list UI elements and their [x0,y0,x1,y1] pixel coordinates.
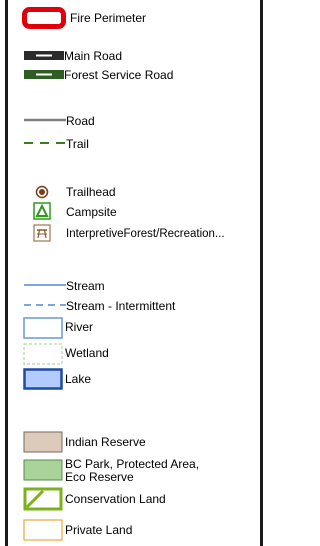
forest-service-road-symbol [24,70,64,79]
fire-perimeter-symbol [22,7,66,29]
stream-intermittent-symbol [24,304,66,306]
trail-symbol [24,142,66,144]
trailhead-icon [35,185,49,199]
conservation-land-symbol [23,487,63,511]
river-label: River [65,320,94,334]
lake-symbol [23,368,63,390]
interpretive-label: InterpretiveForest/Recreation... [66,228,225,240]
conservation-land-label: Conservation Land [65,492,166,506]
main-road-label: Main Road [64,49,123,63]
trailhead-label: Trailhead [66,185,116,199]
river-symbol [23,317,63,339]
trail-label: Trail [66,137,89,151]
road-label: Road [66,114,95,128]
stream-label: Stream [66,279,105,293]
indian-reserve-label: Indian Reserve [65,435,146,449]
lake-label: Lake [65,372,92,386]
stream-intermittent-label: Stream - Intermittent [66,299,176,313]
legend-left-border [5,0,8,546]
bc-park-label: BC Park, Protected Area, Eco Reserve [65,457,200,484]
wetland-symbol [23,343,63,365]
indian-reserve-symbol [23,431,63,453]
forest-service-road-label: Forest Service Road [64,68,174,82]
fire-perimeter-label: Fire Perimeter [70,11,147,25]
main-road-symbol [24,51,64,60]
picnic-table-icon [33,224,51,242]
private-land-label: Private Land [65,523,133,537]
legend-right-border [260,0,263,546]
road-symbol [24,118,66,122]
campsite-label: Campsite [66,205,117,219]
campsite-icon [33,202,51,220]
private-land-symbol [23,519,63,541]
bc-park-symbol [23,459,63,481]
wetland-label: Wetland [65,346,109,360]
stream-symbol [24,284,66,286]
